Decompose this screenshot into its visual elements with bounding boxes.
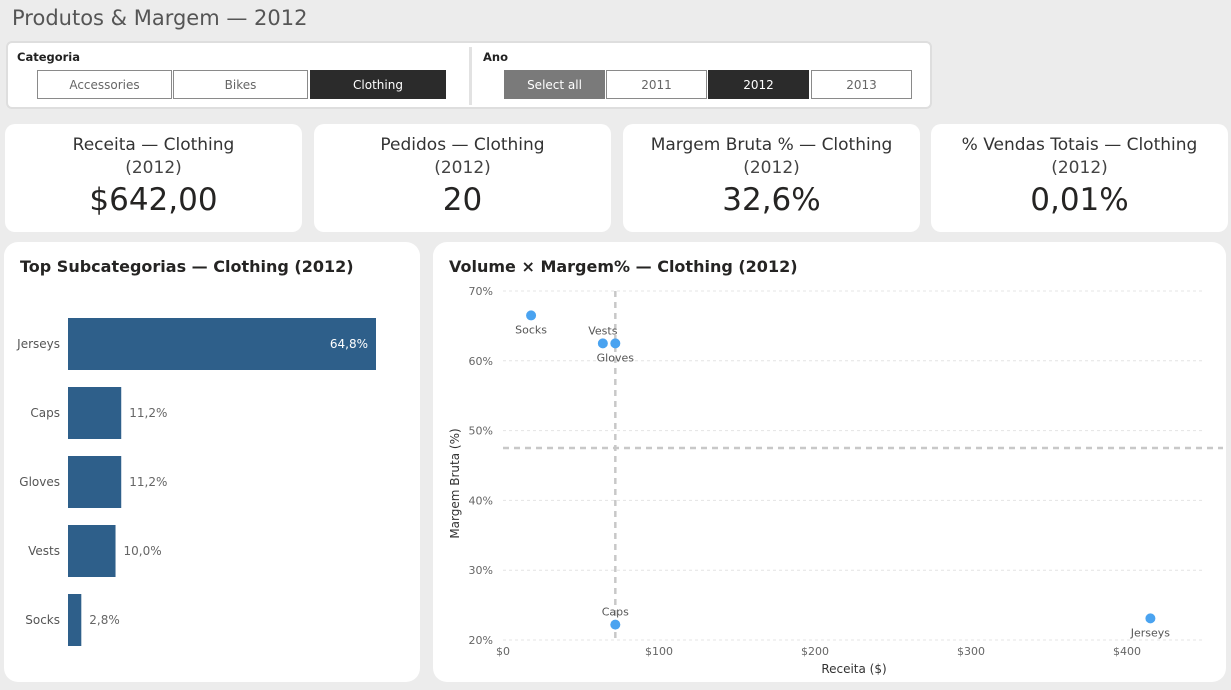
point-label: Socks [515, 323, 547, 336]
scatter-chart-panel: Volume × Margem% — Clothing (2012) 20% 30… [433, 242, 1226, 682]
kpi-subtitle: (2012) [743, 158, 800, 178]
bar[interactable] [68, 525, 116, 577]
kpi-card-vendas-totais: % Vendas Totais — Clothing (2012) 0,01% [931, 124, 1228, 232]
scatter-point[interactable] [597, 338, 608, 349]
kpi-card-pedidos: Pedidos — Clothing (2012) 20 [314, 124, 611, 232]
kpi-card-margem: Margem Bruta % — Clothing (2012) 32,6% [623, 124, 920, 232]
scatter-point[interactable] [610, 338, 621, 349]
kpi-value: 20 [442, 182, 483, 218]
scatter-point[interactable] [1145, 613, 1156, 624]
slicer-option-accessories[interactable]: Accessories [37, 70, 172, 99]
x-tick-label: $400 [1113, 645, 1141, 658]
point-label: Vests [588, 324, 617, 337]
kpi-subtitle: (2012) [125, 158, 182, 178]
x-tick-label: $100 [645, 645, 673, 658]
y-tick-label: 30% [469, 564, 493, 577]
y-axis-title: Margem Bruta (%) [448, 428, 462, 538]
kpi-subtitle: (2012) [1051, 158, 1108, 178]
bar-data-label: 10,0% [124, 544, 162, 558]
point-label: Gloves [597, 351, 635, 364]
bar-data-label: 2,8% [89, 613, 120, 627]
slicer-divider [469, 47, 472, 105]
bar-category-label: Socks [25, 613, 60, 627]
bar-chart-panel: Top Subcategorias — Clothing (2012) Jers… [4, 242, 420, 682]
x-tick-label: $300 [957, 645, 985, 658]
bar-data-label: 11,2% [129, 475, 167, 489]
bar-category-label: Caps [30, 406, 60, 420]
kpi-title: Receita — Clothing [72, 135, 235, 155]
scatter-chart: 20% 30% 40% 50% 60% 70% $0 $100 $200 $300 $400 Rece… [448, 285, 1223, 676]
slicer-option-2011[interactable]: 2011 [606, 70, 707, 99]
kpi-value: $642,00 [89, 182, 218, 218]
slicer-option-select-all[interactable]: Select all [504, 70, 605, 99]
kpi-title: % Vendas Totais — Clothing [961, 135, 1198, 155]
slicer-panel: Categoria Accessories Bikes Clothing Ano… [6, 41, 932, 109]
page-title: Produtos & Margem — 2012 [12, 6, 308, 30]
slicer-option-2012[interactable]: 2012 [708, 70, 809, 99]
scatter-point[interactable] [526, 310, 537, 321]
slicer-option-2013[interactable]: 2013 [811, 70, 912, 99]
point-label: Jerseys [1130, 626, 1171, 639]
ano-slicer-label: Ano [483, 50, 508, 64]
kpi-subtitle: (2012) [434, 158, 491, 178]
slicer-option-bikes[interactable]: Bikes [173, 70, 308, 99]
bar-chart-title: Top Subcategorias — Clothing (2012) [20, 257, 354, 276]
kpi-title: Margem Bruta % — Clothing [650, 135, 893, 155]
slicer-option-clothing[interactable]: Clothing [310, 70, 446, 99]
x-tick-label: $200 [801, 645, 829, 658]
y-tick-label: 70% [469, 285, 493, 298]
kpi-value: 0,01% [1030, 182, 1129, 218]
bar[interactable] [68, 456, 122, 508]
kpi-card-receita: Receita — Clothing (2012) $642,00 [5, 124, 302, 232]
x-axis-title: Receita ($) [821, 662, 886, 676]
kpi-value: 32,6% [722, 182, 821, 218]
bar-data-label: 64,8% [330, 337, 368, 351]
scatter-chart-title: Volume × Margem% — Clothing (2012) [449, 257, 798, 276]
point-label: Caps [602, 606, 629, 619]
bar-category-label: Vests [28, 544, 60, 558]
scatter-point[interactable] [610, 619, 621, 630]
y-tick-label: 50% [469, 425, 493, 438]
y-tick-label: 20% [469, 634, 493, 647]
bar-category-label: Jerseys [16, 337, 60, 351]
bar-chart: Jerseys 64,8% Caps 11,2% Gloves 11,2% Vests 10,… [16, 318, 376, 646]
bar-data-label: 11,2% [129, 406, 167, 420]
y-tick-label: 60% [469, 355, 493, 368]
bar[interactable] [68, 387, 122, 439]
bar-category-label: Gloves [19, 475, 60, 489]
y-tick-label: 40% [469, 494, 493, 507]
kpi-title: Pedidos — Clothing [380, 135, 545, 155]
bar[interactable] [68, 594, 82, 646]
x-tick-label: $0 [496, 645, 510, 658]
categoria-slicer-label: Categoria [17, 50, 81, 64]
